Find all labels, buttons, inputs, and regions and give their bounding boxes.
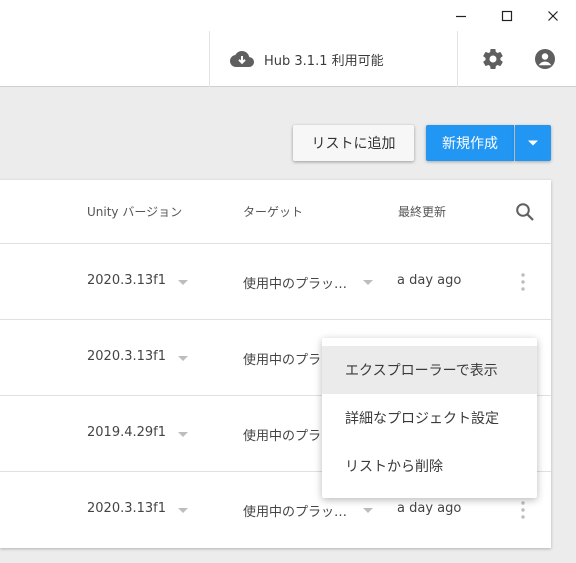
search-icon <box>516 203 534 221</box>
menu-item-remove-from-list[interactable]: リストから削除 <box>322 442 537 490</box>
add-to-list-button[interactable]: リストに追加 <box>293 125 414 161</box>
version-dropdown-arrow[interactable] <box>178 280 188 285</box>
unity-version-value: 2020.3.13f1 <box>87 501 167 516</box>
more-options-icon[interactable] <box>521 501 525 519</box>
hub-update-status[interactable]: Hub 3.1.1 利用可能 <box>230 48 384 70</box>
minimize-icon <box>456 15 466 17</box>
app-top-bar: Hub 3.1.1 利用可能 <box>0 31 576 87</box>
project-context-menu: エクスプローラーで表示 詳細なプロジェクト設定 リストから削除 <box>322 338 537 498</box>
target-value: 使用中のプラ <box>243 353 322 368</box>
divider <box>209 31 210 87</box>
unity-version-value: 2020.3.13f1 <box>87 273 167 288</box>
version-dropdown-arrow[interactable] <box>178 432 188 437</box>
account-button[interactable] <box>533 47 557 71</box>
last-modified-value: a day ago <box>397 273 462 288</box>
unity-version-value: 2019.4.29f1 <box>87 425 167 440</box>
chevron-down-icon <box>528 140 538 146</box>
account-icon <box>535 49 555 69</box>
cloud-download-icon <box>230 51 254 67</box>
hub-status-label: Hub 3.1.1 利用可能 <box>264 53 384 69</box>
divider <box>457 31 458 87</box>
maximize-button[interactable] <box>484 0 530 31</box>
target-value: 使用中のプラッ… <box>243 505 348 520</box>
unity-version-value: 2020.3.13f1 <box>87 349 167 364</box>
column-header-unity-version[interactable]: Unity バージョン <box>87 203 182 220</box>
maximize-icon <box>501 10 513 21</box>
new-project-button[interactable]: 新規作成 <box>426 125 514 161</box>
target-value: 使用中のプラ <box>243 429 322 444</box>
gear-icon <box>483 49 503 69</box>
menu-item-show-in-explorer[interactable]: エクスプローラーで表示 <box>322 346 537 394</box>
close-button[interactable] <box>530 0 576 31</box>
column-header-target[interactable]: ターゲット <box>243 203 303 220</box>
search-button[interactable] <box>515 202 535 222</box>
column-header-last-modified[interactable]: 最終更新 <box>398 203 446 220</box>
table-header: Unity バージョン ターゲット 最終更新 <box>0 180 551 244</box>
version-dropdown-arrow[interactable] <box>178 356 188 361</box>
settings-button[interactable] <box>481 47 505 71</box>
close-icon <box>548 10 558 21</box>
target-value: 使用中のプラッ… <box>243 277 348 292</box>
minimize-button[interactable] <box>438 0 484 31</box>
window-title-bar <box>0 0 576 31</box>
last-modified-value: a day ago <box>397 501 462 516</box>
version-dropdown-arrow[interactable] <box>178 508 188 513</box>
menu-item-advanced-project-settings[interactable]: 詳細なプロジェクト設定 <box>322 394 537 442</box>
target-dropdown-arrow[interactable] <box>363 280 373 285</box>
more-options-icon[interactable] <box>521 273 525 291</box>
new-project-dropdown-button[interactable] <box>515 125 551 161</box>
target-dropdown-arrow[interactable] <box>363 508 373 513</box>
table-row[interactable]: 2020.3.13f1 使用中のプラッ… a day ago <box>0 244 551 320</box>
